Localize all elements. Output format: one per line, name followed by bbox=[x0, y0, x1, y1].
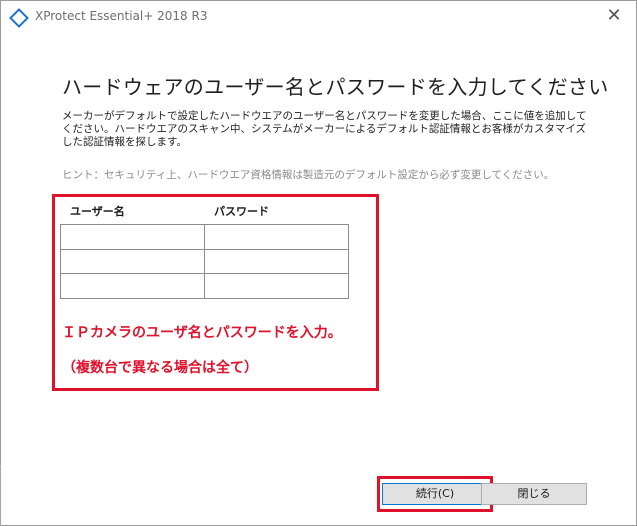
close-window-button[interactable]: ✕ bbox=[592, 1, 636, 31]
password-cell[interactable] bbox=[204, 224, 349, 250]
security-hint: ヒント：セキュリティ上、ハードウエア資格情報は製造元のデフォルト設定から必ず変更… bbox=[62, 169, 555, 181]
table-row bbox=[60, 248, 349, 275]
continue-button[interactable]: 続行(C) bbox=[382, 483, 488, 505]
title-bar: XProtect Essential+ 2018 R3 ✕ bbox=[1, 1, 636, 31]
page-title: ハードウェアのユーザー名とパスワードを入力してください bbox=[62, 75, 609, 99]
password-cell[interactable] bbox=[204, 248, 349, 275]
table-row bbox=[60, 273, 349, 299]
annotation-line-1: ＩＰカメラのユーザ名とパスワードを入力。 bbox=[62, 325, 342, 341]
page-description: メーカーがデフォルトで設定したハードウエアのユーザー名とパスワードを変更した場合… bbox=[62, 110, 587, 148]
xprotect-logo-icon bbox=[9, 8, 29, 28]
username-cell[interactable] bbox=[60, 248, 205, 275]
resize-grip[interactable] bbox=[0, 466, 4, 526]
password-column-header: パスワード bbox=[214, 205, 269, 218]
window-title: XProtect Essential+ 2018 R3 bbox=[35, 9, 208, 23]
username-column-header: ユーザー名 bbox=[70, 205, 125, 218]
password-cell[interactable] bbox=[204, 273, 349, 299]
credentials-table bbox=[60, 224, 349, 299]
close-button[interactable]: 閉じる bbox=[481, 483, 587, 505]
username-cell[interactable] bbox=[60, 224, 205, 250]
table-row bbox=[60, 224, 349, 250]
username-cell[interactable] bbox=[60, 273, 205, 299]
annotation-line-2: （複数台で異なる場合は全て） bbox=[62, 360, 258, 376]
